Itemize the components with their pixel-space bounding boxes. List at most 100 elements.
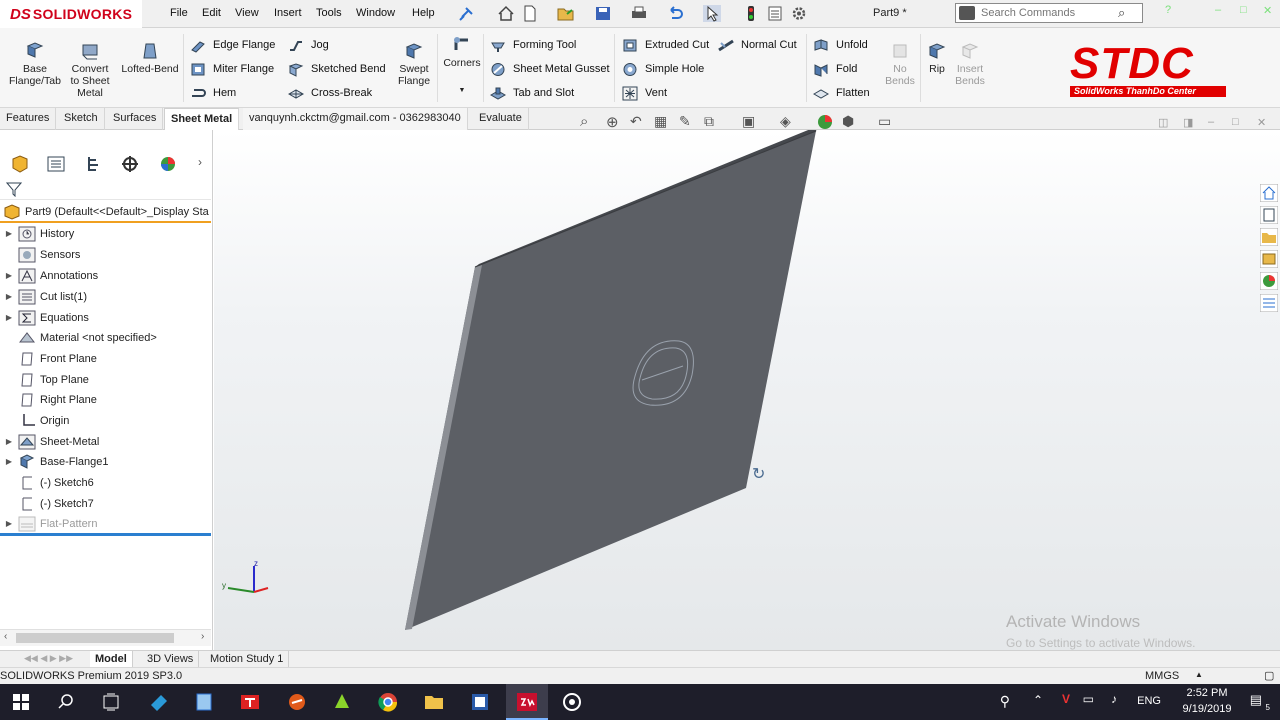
viewport-close-icon[interactable]: ✕ xyxy=(1257,116,1266,129)
language-indicator[interactable]: ENG xyxy=(1137,695,1161,707)
tab-motion-study[interactable]: Motion Study 1 xyxy=(205,651,290,668)
people-icon[interactable]: ⚲ xyxy=(1000,693,1010,710)
app-taskbar-icon-3[interactable] xyxy=(238,691,262,713)
view-orientation-icon[interactable]: ⧉ xyxy=(704,113,714,130)
view-settings-icon[interactable]: ▭ xyxy=(878,113,891,130)
expand-arrow-icon[interactable]: ▶ xyxy=(0,437,18,446)
expand-arrow-icon[interactable]: ▶ xyxy=(0,313,18,322)
chevron-right-icon[interactable]: › xyxy=(198,155,202,169)
miter-flange-button[interactable]: Miter Flange xyxy=(190,60,274,78)
tree-item-sensors[interactable]: Sensors xyxy=(0,244,211,265)
tree-item-equations[interactable]: ▶ Equations xyxy=(0,307,211,328)
app-taskbar-icon-1[interactable] xyxy=(147,691,171,713)
zoom-to-area-icon[interactable]: ⊕ xyxy=(606,113,619,131)
unfold-button[interactable]: Unfold xyxy=(813,36,868,54)
viewport-restore-icon[interactable]: □ xyxy=(1232,116,1239,128)
tab-evaluate[interactable]: Evaluate xyxy=(473,108,529,130)
rip-button[interactable]: Rip xyxy=(924,42,950,75)
scroll-right-icon[interactable]: › xyxy=(201,631,204,642)
menu-view[interactable]: View xyxy=(235,7,259,19)
fold-button[interactable]: Fold xyxy=(813,60,857,78)
apply-scene-icon[interactable]: ⬢ xyxy=(842,113,854,130)
tab-features[interactable]: Features xyxy=(0,108,57,130)
normal-cut-button[interactable]: Normal Cut xyxy=(718,36,797,54)
tab-nav-arrows-icon[interactable]: ◀◀ ◀ ▶ ▶▶ xyxy=(24,653,73,664)
jog-button[interactable]: Jog xyxy=(288,36,329,54)
scrollbar-thumb[interactable] xyxy=(16,633,174,643)
file-properties-icon[interactable] xyxy=(766,5,784,22)
viewport-tile-icon[interactable]: ◫ xyxy=(1158,116,1168,129)
print-icon[interactable] xyxy=(630,5,648,22)
menu-tools[interactable]: Tools xyxy=(316,7,342,19)
tree-item-sketch6[interactable]: (-) Sketch6 xyxy=(0,472,211,493)
antivirus-tray-icon[interactable]: V xyxy=(1062,692,1070,706)
search-icon[interactable]: ⌕ xyxy=(1118,5,1125,21)
expand-arrow-icon[interactable]: ▶ xyxy=(0,457,18,466)
menu-window[interactable]: Window xyxy=(356,7,395,19)
open-folder-icon[interactable] xyxy=(557,5,575,22)
save-icon[interactable] xyxy=(594,5,612,22)
tree-item-sheet-metal[interactable]: ▶ Sheet-Metal xyxy=(0,431,211,452)
corners-dropdown-icon[interactable]: ▼ xyxy=(440,85,484,97)
search-taskbar-icon[interactable] xyxy=(54,691,78,713)
corners-button[interactable]: Corners ▼ xyxy=(440,36,484,97)
simple-hole-button[interactable]: Simple Hole xyxy=(622,60,704,78)
select-icon[interactable] xyxy=(703,5,721,22)
chrome-icon[interactable] xyxy=(376,691,400,713)
search-commands[interactable]: ⌕ xyxy=(955,3,1143,23)
tree-item-flat-pattern[interactable]: ▶ Flat-Pattern xyxy=(0,513,211,534)
forming-tool-button[interactable]: Forming Tool xyxy=(490,36,576,54)
vent-button[interactable]: Vent xyxy=(622,84,667,102)
custom-properties-icon[interactable] xyxy=(1260,294,1278,312)
graphics-area[interactable]: ↻ z y Activate Windows Go to Settings to… xyxy=(214,130,1280,650)
display-style-icon[interactable]: ▣ xyxy=(742,113,755,130)
expand-arrow-icon[interactable]: ▶ xyxy=(0,271,18,280)
help-icon[interactable]: ? xyxy=(1165,4,1171,16)
design-library-icon[interactable] xyxy=(1260,206,1278,224)
menu-file[interactable]: File xyxy=(170,7,188,19)
scroll-left-icon[interactable]: ‹ xyxy=(4,631,7,642)
section-view-icon[interactable]: ▦ xyxy=(654,113,667,130)
windows-start-icon[interactable] xyxy=(9,691,33,713)
base-flange-button[interactable]: Base Flange/Tab xyxy=(6,42,64,87)
app-logo[interactable]: DS SOLIDWORKS xyxy=(0,0,142,28)
rebuild-icon[interactable] xyxy=(742,5,760,22)
app-taskbar-icon-4[interactable] xyxy=(285,691,309,713)
view-palette-icon[interactable] xyxy=(1260,250,1278,268)
viewport-tile-right-icon[interactable]: ◨ xyxy=(1183,116,1193,129)
no-bends-button[interactable]: No Bends xyxy=(884,42,916,87)
tree-item-origin[interactable]: Origin xyxy=(0,410,211,431)
resources-home-icon[interactable] xyxy=(1260,184,1278,202)
expand-arrow-icon[interactable]: ▶ xyxy=(0,292,18,301)
file-explorer-icon[interactable] xyxy=(1260,228,1278,246)
convert-to-sheet-metal-button[interactable]: Convert to Sheet Metal xyxy=(67,42,113,99)
dynamic-annotation-icon[interactable]: ✎ xyxy=(679,113,691,130)
search-input[interactable] xyxy=(981,7,1116,19)
flatten-button[interactable]: Flatten xyxy=(813,84,870,102)
close-icon[interactable]: ✕ xyxy=(1263,4,1272,17)
expand-arrow-icon[interactable]: ▶ xyxy=(0,229,18,238)
filter-icon[interactable] xyxy=(6,181,22,197)
undo-icon[interactable] xyxy=(666,5,684,22)
action-center-icon[interactable]: ▤ xyxy=(1250,692,1262,708)
tab-surfaces[interactable]: Surfaces xyxy=(107,108,164,130)
network-icon[interactable]: ▭ xyxy=(1083,692,1094,706)
edge-flange-button[interactable]: Edge Flange xyxy=(190,36,275,54)
insert-bends-button[interactable]: Insert Bends xyxy=(952,42,988,87)
tab-and-slot-button[interactable]: Tab and Slot xyxy=(490,84,574,102)
viewport-minimize-icon[interactable]: – xyxy=(1208,116,1214,128)
minimize-icon[interactable]: – xyxy=(1215,4,1221,16)
tab-sheet-metal[interactable]: Sheet Metal xyxy=(164,108,240,130)
app-taskbar-icon-2[interactable] xyxy=(192,691,216,713)
previous-view-icon[interactable]: ↶ xyxy=(630,113,642,130)
extruded-cut-button[interactable]: Extruded Cut xyxy=(622,36,709,54)
sheet-metal-gusset-button[interactable]: Sheet Metal Gusset xyxy=(490,60,610,78)
show-hidden-icons-chevron-icon[interactable]: ⌃ xyxy=(1033,693,1043,707)
help-bubble-icon[interactable]: ▢ xyxy=(1264,669,1274,682)
sketched-bend-button[interactable]: Sketched Bend xyxy=(288,60,386,78)
hem-button[interactable]: Hem xyxy=(190,84,236,102)
options-gear-icon[interactable] xyxy=(790,5,808,22)
dimxpert-icon[interactable] xyxy=(120,155,140,173)
volume-icon[interactable]: ♪ xyxy=(1111,692,1117,706)
clock-date[interactable]: 9/19/2019 xyxy=(1177,703,1237,715)
